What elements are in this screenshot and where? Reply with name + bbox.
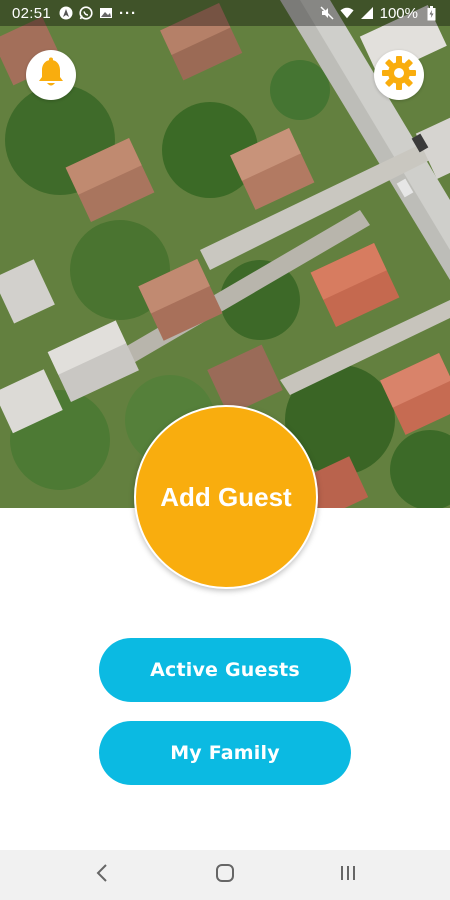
home-button[interactable] xyxy=(195,855,255,895)
gear-icon xyxy=(381,55,417,96)
add-guest-label: Add Guest xyxy=(160,481,292,512)
system-navigation-bar xyxy=(0,850,450,900)
my-family-button[interactable]: My Family xyxy=(99,721,351,785)
my-family-label: My Family xyxy=(170,742,280,764)
whatsapp-icon xyxy=(79,6,93,20)
more-dots-icon: ··· xyxy=(119,4,138,22)
back-button[interactable] xyxy=(72,855,132,895)
status-time: 02:51 xyxy=(12,4,52,22)
wifi-icon xyxy=(340,6,354,20)
add-guest-button[interactable]: Add Guest xyxy=(134,405,318,589)
active-guests-button[interactable]: Active Guests xyxy=(99,638,351,702)
back-icon xyxy=(95,863,109,888)
navigation-a-icon xyxy=(59,6,73,20)
battery-icon xyxy=(424,5,438,20)
mute-icon xyxy=(320,6,334,20)
battery-percentage: 100% xyxy=(379,4,418,22)
active-guests-label: Active Guests xyxy=(150,659,300,681)
gallery-icon xyxy=(99,6,113,20)
home-icon xyxy=(215,863,235,888)
notifications-button[interactable] xyxy=(26,50,76,100)
signal-icon xyxy=(360,6,374,20)
settings-button[interactable] xyxy=(374,50,424,100)
recents-icon xyxy=(338,864,358,887)
status-bar: 02:51 ··· 100% xyxy=(0,0,450,26)
bell-icon xyxy=(36,57,66,94)
recents-button[interactable] xyxy=(318,855,378,895)
